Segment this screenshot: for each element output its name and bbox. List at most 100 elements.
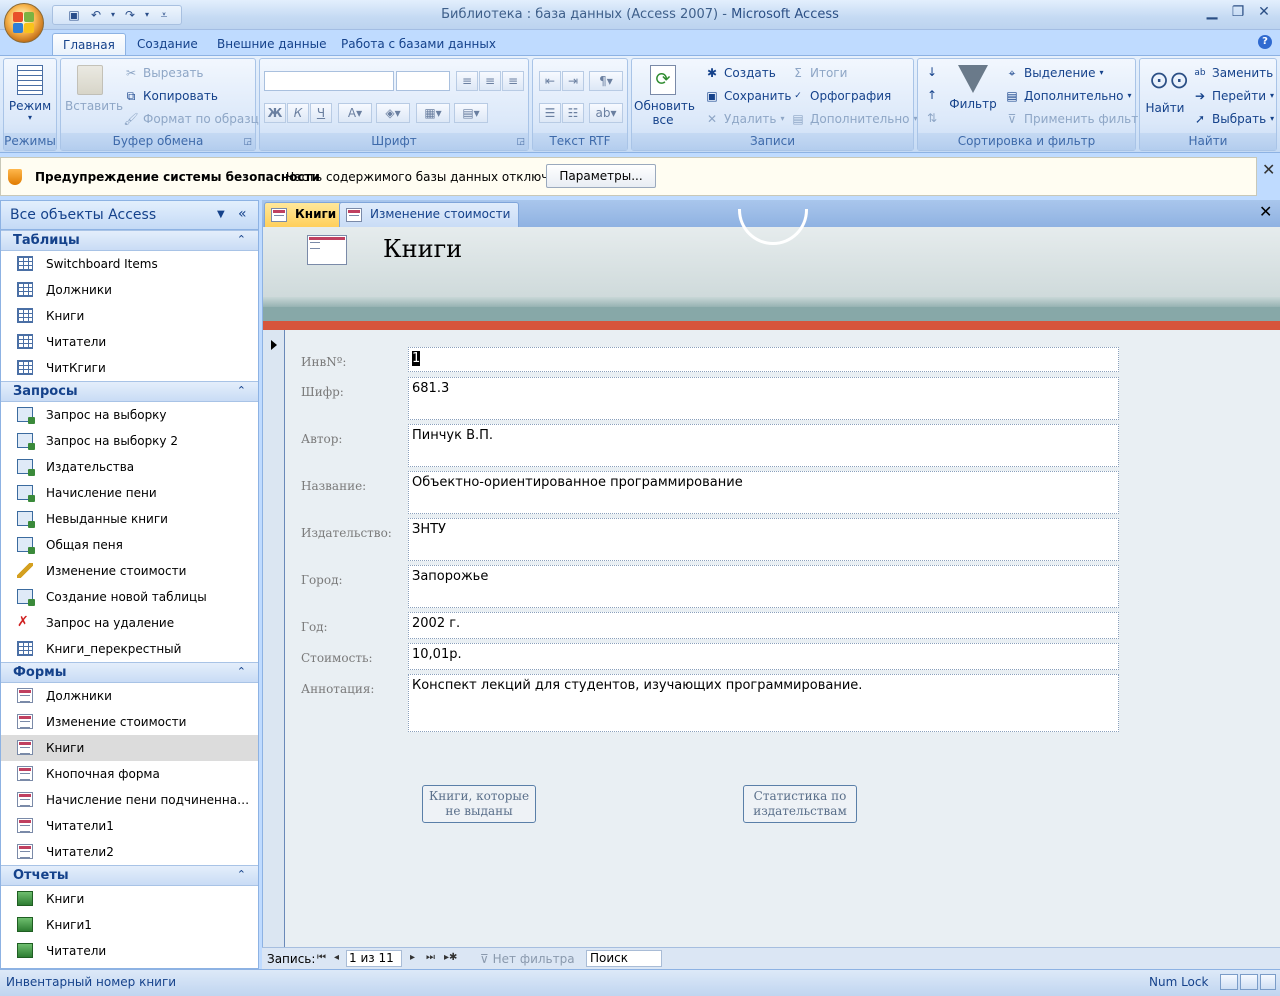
collapse-chevron-icon[interactable]: ⌃ xyxy=(237,233,246,246)
nav-item-form-selected[interactable]: Книги xyxy=(1,735,258,761)
doc-tab-books[interactable]: Книги xyxy=(264,202,346,227)
books-not-issued-button[interactable]: Книги, которые не выданы xyxy=(422,785,536,823)
nav-dropdown-icon[interactable]: ▼ xyxy=(217,209,225,220)
field-cipher[interactable]: 681.3 xyxy=(408,377,1119,420)
nav-item-form[interactable]: Начисление пени подчиненная фо... xyxy=(1,787,258,813)
nav-item-crosstab-query[interactable]: Книги_перекрестный xyxy=(1,636,258,662)
delete-record-button[interactable]: ✕ Удалить ▾ xyxy=(704,109,785,129)
doc-tab-price-change[interactable]: Изменение стоимости xyxy=(339,202,520,227)
design-view-icon[interactable] xyxy=(1260,974,1276,990)
underline-button[interactable]: Ч xyxy=(310,103,332,123)
no-filter-indicator[interactable]: ⊽ Нет фильтра xyxy=(480,952,575,966)
font-launcher-icon[interactable]: ◲ xyxy=(516,137,525,147)
align-right-icon[interactable]: ≡ xyxy=(502,71,524,91)
form-view-icon[interactable] xyxy=(1220,974,1238,990)
current-record-input[interactable]: 1 из 11 xyxy=(346,950,402,967)
restore-icon[interactable]: ❐ xyxy=(1226,2,1250,22)
nav-item-report[interactable]: Книги1 xyxy=(1,912,258,938)
security-bar-close-icon[interactable]: ✕ xyxy=(1262,160,1275,179)
nav-item-table[interactable]: ЧитКгиги xyxy=(1,355,258,381)
nav-item-query[interactable]: Общая пеня xyxy=(1,532,258,558)
nav-item-query[interactable]: Запрос на выборку 2 xyxy=(1,428,258,454)
gridlines-icon[interactable]: ▦▾ xyxy=(416,103,450,123)
paragraph-direction-icon[interactable]: ¶▾ xyxy=(589,71,623,91)
copy-button[interactable]: ⧉ Копировать xyxy=(123,86,218,106)
nav-item-form[interactable]: Должники xyxy=(1,683,258,709)
nav-item-table[interactable]: Читатели xyxy=(1,329,258,355)
goto-button[interactable]: ➔ Перейти ▾ xyxy=(1192,86,1274,106)
nav-item-update-query[interactable]: Изменение стоимости xyxy=(1,558,258,584)
more-records-button[interactable]: ▤ Дополнительно ▾ xyxy=(790,109,917,129)
cut-button[interactable]: ✂ Вырезать xyxy=(123,63,204,83)
sort-asc-icon[interactable]: ↓ xyxy=(922,63,942,83)
refresh-all-button[interactable]: ⟳ Обновить все xyxy=(634,65,695,127)
nav-item-make-table-query[interactable]: Создание новой таблицы xyxy=(1,584,258,610)
security-options-button[interactable]: Параметры... xyxy=(546,164,656,188)
nav-item-form[interactable]: Читатели2 xyxy=(1,839,258,865)
nav-section-forms[interactable]: Формы ⌃ xyxy=(1,662,258,683)
field-inv-number[interactable]: 1 xyxy=(408,347,1119,372)
alt-fill-icon[interactable]: ▤▾ xyxy=(454,103,488,123)
field-price[interactable]: 10,01р. xyxy=(408,643,1119,670)
increase-indent-icon[interactable]: ⇥ xyxy=(562,71,584,91)
totals-button[interactable]: Σ Итоги xyxy=(790,63,847,83)
selection-button[interactable]: ⌖ Выделение ▾ xyxy=(1004,63,1104,83)
font-name-combo[interactable] xyxy=(264,71,394,91)
nav-item-form[interactable]: Кнопочная форма xyxy=(1,761,258,787)
paste-button[interactable]: Вставить xyxy=(65,65,123,113)
nav-item-query[interactable]: Запрос на выборку xyxy=(1,402,258,428)
new-record-button[interactable]: ✱ Создать xyxy=(704,63,776,83)
tab-external-data[interactable]: Внешние данные xyxy=(207,33,336,56)
layout-view-icon[interactable] xyxy=(1240,974,1258,990)
nav-item-query[interactable]: Невыданные книги xyxy=(1,506,258,532)
close-icon[interactable]: ✕ xyxy=(1252,2,1276,22)
nav-item-report[interactable]: Читатели xyxy=(1,938,258,964)
apply-filter-button[interactable]: ⊽ Применить фильтр xyxy=(1004,109,1146,129)
collapse-chevron-icon[interactable]: ⌃ xyxy=(237,665,246,678)
nav-item-query[interactable]: Издательства xyxy=(1,454,258,480)
align-center-icon[interactable]: ≡ xyxy=(479,71,501,91)
nav-item-form[interactable]: Читатели1 xyxy=(1,813,258,839)
publisher-stats-button[interactable]: Статистика по издательствам xyxy=(743,785,857,823)
font-size-combo[interactable] xyxy=(396,71,450,91)
nav-section-queries[interactable]: Запросы ⌃ xyxy=(1,381,258,402)
next-record-icon[interactable]: ▸ xyxy=(410,952,415,963)
nav-pane-header[interactable]: Все объекты Access ▼ « xyxy=(1,201,258,230)
save-record-button[interactable]: ▣ Сохранить xyxy=(704,86,791,106)
nav-item-report[interactable]: Книги xyxy=(1,886,258,912)
first-record-icon[interactable]: ⏮ xyxy=(317,952,326,963)
nav-section-tables[interactable]: Таблицы ⌃ xyxy=(1,230,258,251)
close-document-icon[interactable]: ✕ xyxy=(1259,202,1272,221)
search-input[interactable]: Поиск xyxy=(586,950,662,967)
italic-button[interactable]: К xyxy=(287,103,309,123)
highlight-icon[interactable]: ab▾ xyxy=(589,103,623,123)
new-record-nav-icon[interactable]: ▸✱ xyxy=(444,952,457,963)
replace-button[interactable]: ab Заменить xyxy=(1192,63,1273,83)
select-button[interactable]: ➚ Выбрать ▾ xyxy=(1192,109,1274,129)
shutter-bar-close-icon[interactable]: « xyxy=(238,206,247,222)
font-color-icon[interactable]: A▾ xyxy=(338,103,372,123)
nav-item-form[interactable]: Изменение стоимости xyxy=(1,709,258,735)
bold-button[interactable]: Ж xyxy=(264,103,286,123)
nav-item-table[interactable]: Должники xyxy=(1,277,258,303)
nav-item-table[interactable]: Книги xyxy=(1,303,258,329)
field-author[interactable]: Пинчук В.П. xyxy=(408,424,1119,467)
clear-sort-icon[interactable]: ⇅ xyxy=(922,109,942,129)
office-button[interactable] xyxy=(4,3,44,43)
record-selector[interactable] xyxy=(263,330,285,947)
decrease-indent-icon[interactable]: ⇤ xyxy=(539,71,561,91)
nav-section-reports[interactable]: Отчеты ⌃ xyxy=(1,865,258,886)
help-icon[interactable]: ? xyxy=(1258,35,1272,49)
advanced-filter-button[interactable]: ▤ Дополнительно ▾ xyxy=(1004,86,1131,106)
sort-desc-icon[interactable]: ↑ xyxy=(922,86,942,106)
minimize-icon[interactable]: ▁ xyxy=(1200,2,1224,22)
tab-home[interactable]: Главная xyxy=(52,33,126,56)
field-annotation[interactable]: Конспект лекций для студентов, изучающих… xyxy=(408,674,1119,732)
field-year[interactable]: 2002 г. xyxy=(408,612,1119,639)
format-painter-button[interactable]: 🖌 Формат по образцу xyxy=(123,109,266,129)
collapse-chevron-icon[interactable]: ⌃ xyxy=(237,868,246,881)
align-left-icon[interactable]: ≡ xyxy=(456,71,478,91)
collapse-chevron-icon[interactable]: ⌃ xyxy=(237,384,246,397)
view-button[interactable]: Режим ▾ xyxy=(8,65,52,122)
tab-database-tools[interactable]: Работа с базами данных xyxy=(331,33,506,56)
